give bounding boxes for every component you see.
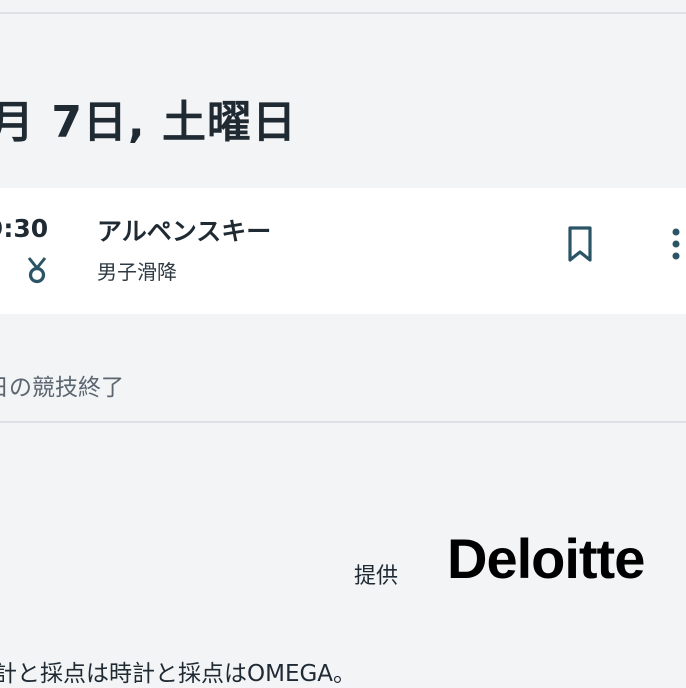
event-name: 男子滑降 [97, 260, 177, 284]
timing-credit: 計と採点は時計と採点はOMEGA。 [0, 661, 357, 687]
more-options-button[interactable] [660, 224, 686, 264]
deloitte-logo: Deloitte [447, 527, 645, 590]
events-finished-status: 日の競技終了 [0, 375, 124, 401]
date-heading: 月 7日, 土曜日 [0, 97, 297, 148]
event-sport: アルペンスキー [97, 217, 272, 246]
bookmark-icon [568, 226, 592, 262]
event-card[interactable]: 9:30 アルペンスキー 男子滑降 [0, 188, 686, 314]
bookmark-button[interactable] [562, 224, 598, 264]
sponsor-label: 提供 [354, 564, 399, 589]
medal-icon [27, 257, 47, 284]
event-time: 9:30 [0, 214, 49, 243]
section-divider [0, 421, 686, 423]
more-vertical-icon [672, 228, 680, 260]
top-divider [0, 12, 686, 14]
